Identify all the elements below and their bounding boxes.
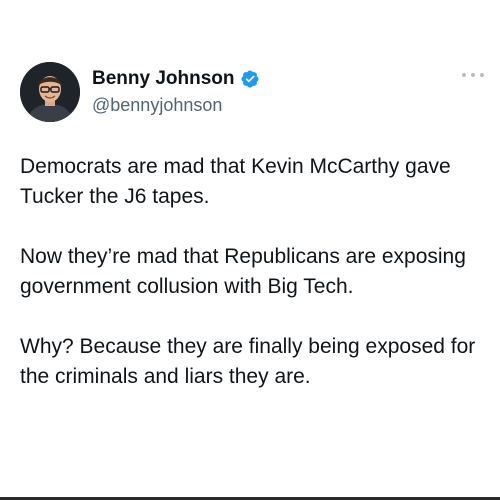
author-names: Benny Johnson @bennyjohnson [92, 67, 260, 117]
dot [462, 73, 466, 77]
tweet-paragraph: Democrats are mad that Kevin McCarthy ga… [20, 155, 451, 208]
author-display-name[interactable]: Benny Johnson [92, 67, 235, 91]
avatar-image [20, 62, 80, 122]
more-options-icon[interactable] [462, 70, 484, 80]
author-handle[interactable]: @bennyjohnson [92, 93, 260, 117]
tweet-header: Benny Johnson @bennyjohnson [20, 62, 260, 122]
dot [480, 73, 484, 77]
tweet-paragraph: Why? Because they are finally being expo… [20, 335, 476, 388]
name-row: Benny Johnson [92, 67, 260, 91]
tweet-text: Democrats are mad that Kevin McCarthy ga… [20, 152, 490, 422]
tweet-card: Benny Johnson @bennyjohnson Democrats ar… [0, 0, 500, 500]
dot [471, 73, 475, 77]
avatar[interactable] [20, 62, 80, 122]
verified-badge-icon [240, 69, 260, 89]
tweet-paragraph: Now they’re mad that Republicans are exp… [20, 245, 466, 298]
